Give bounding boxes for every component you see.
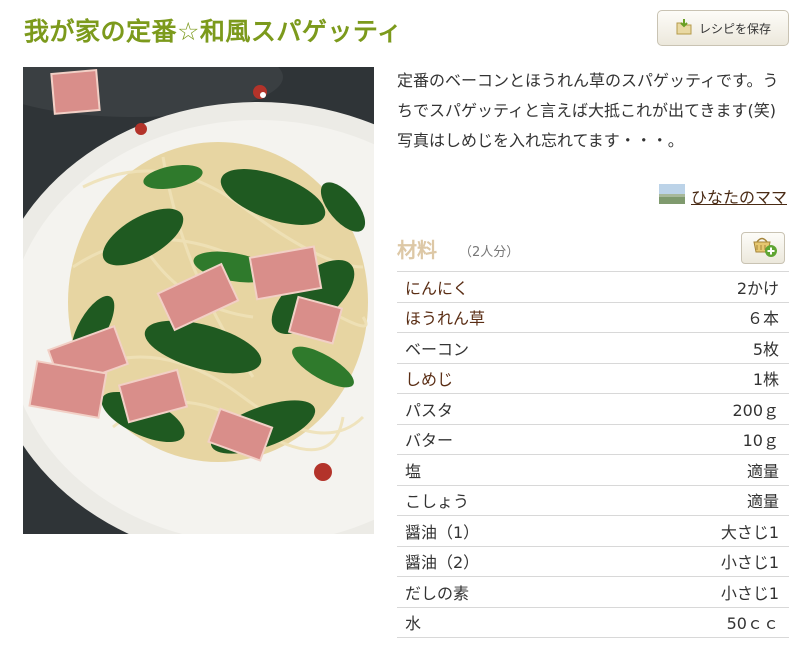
recipe-photo[interactable] — [23, 67, 374, 534]
save-recipe-button[interactable]: レシピを保存 — [657, 10, 789, 46]
ingredient-quantity: 2かけ — [736, 278, 779, 298]
save-folder-icon — [675, 18, 693, 39]
ingredient-row: しめじ 1株 — [397, 364, 789, 394]
ingredient-name: バター — [405, 431, 454, 451]
ingredients-header: 材料 （2人分） — [397, 232, 789, 268]
ingredient-row: バター 10ｇ — [397, 425, 789, 455]
ingredient-row: にんにく 2かけ — [397, 272, 789, 303]
ingredient-quantity: 200ｇ — [732, 400, 779, 420]
recipe-title: 我が家の定番☆和風スパゲッティ — [24, 17, 403, 46]
ingredient-name[interactable]: しめじ — [405, 366, 453, 390]
author[interactable]: ひなたのママ — [658, 184, 787, 208]
ingredient-row: だしの素 小さじ1 — [397, 577, 789, 608]
ingredient-row: ほうれん草 ６本 — [397, 303, 789, 333]
ingredient-quantity: 適量 — [746, 492, 779, 512]
save-button-label: レシピを保存 — [698, 21, 771, 36]
ingredient-name: パスタ — [405, 400, 454, 420]
ingredient-quantity: 5枚 — [752, 339, 779, 359]
ingredient-row: 醤油（1） 大さじ1 — [397, 516, 789, 547]
ingredient-quantity: 50ｃｃ — [726, 614, 779, 634]
ingredient-name: 水 — [405, 614, 422, 634]
ingredients-title: 材料 — [397, 238, 437, 262]
ingredient-name: ベーコン — [405, 339, 470, 359]
ingredient-name: 塩 — [405, 461, 422, 481]
ingredient-name: 醤油（1） — [405, 522, 480, 542]
add-to-basket-button[interactable] — [741, 232, 785, 264]
ingredient-row: 水 50ｃｃ — [397, 608, 789, 638]
ingredient-row: パスタ 200ｇ — [397, 394, 789, 425]
ingredient-name[interactable]: にんにく — [405, 275, 469, 299]
ingredient-name: こしょう — [405, 492, 470, 512]
ingredient-quantity: 大さじ1 — [720, 522, 779, 542]
ingredient-quantity: 小さじ1 — [720, 583, 779, 603]
author-link[interactable]: ひなたのママ — [691, 184, 787, 208]
ingredient-quantity: 小さじ1 — [720, 553, 779, 573]
author-avatar — [658, 184, 685, 208]
ingredient-name: 醤油（2） — [405, 553, 480, 573]
ingredient-quantity: 1株 — [752, 370, 779, 390]
ingredient-quantity: ６本 — [746, 309, 779, 329]
add-to-basket-icon — [748, 234, 778, 262]
ingredient-quantity: 適量 — [746, 461, 779, 481]
ingredients-servings: （2人分） — [459, 245, 520, 260]
ingredient-name[interactable]: ほうれん草 — [405, 305, 485, 329]
ingredient-quantity: 10ｇ — [742, 431, 779, 451]
ingredient-name: だしの素 — [405, 583, 470, 603]
ingredient-row: 醤油（2） 小さじ1 — [397, 547, 789, 577]
ingredient-row: こしょう 適量 — [397, 486, 789, 516]
ingredient-row: ベーコン 5枚 — [397, 333, 789, 364]
ingredients-list: にんにく 2かけ ほうれん草 ６本 ベーコン 5枚 しめじ 1株 パスタ 200ｇ バター 10ｇ 塩適… — [397, 271, 789, 638]
recipe-description: 定番のベーコンとほうれん草のスパゲッティです。うちでスパゲッティと言えば大抵これ… — [397, 71, 779, 150]
ingredient-row: 塩 適量 — [397, 455, 789, 486]
